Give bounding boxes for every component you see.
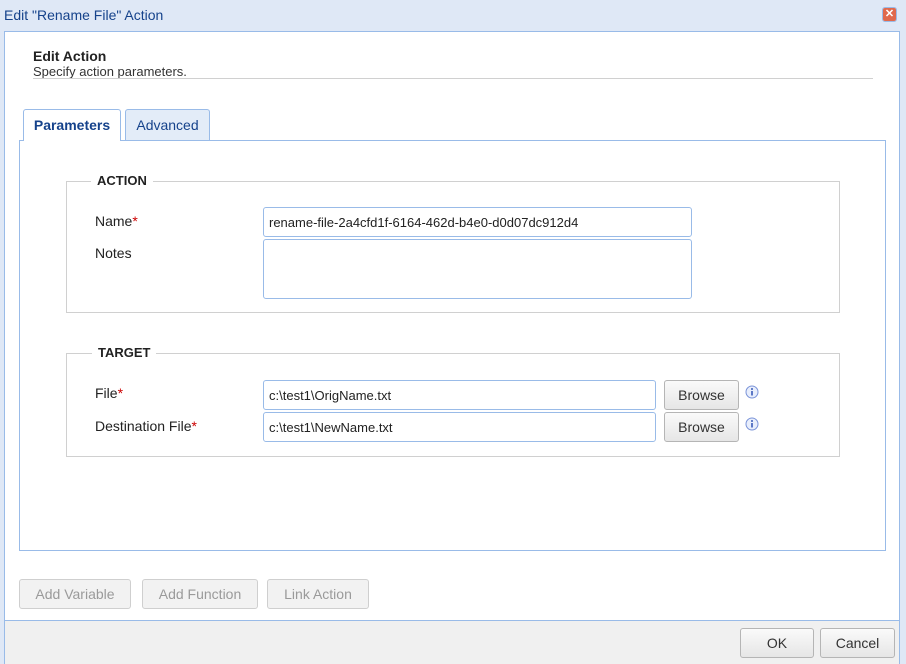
header-title: Edit Action — [33, 48, 107, 64]
action-group: ACTION Name* Notes — [66, 173, 840, 313]
link-action-button[interactable]: Link Action — [267, 579, 369, 609]
cancel-button[interactable]: Cancel — [820, 628, 895, 658]
name-label: Name* — [95, 213, 138, 229]
required-marker: * — [132, 213, 138, 229]
dialog-body: Edit Action Specify action parameters. P… — [4, 31, 900, 621]
tab-parameters[interactable]: Parameters — [23, 109, 121, 141]
close-icon: ✕ — [883, 8, 896, 21]
destination-file-input[interactable] — [263, 412, 656, 442]
file-input[interactable] — [263, 380, 656, 410]
header-subtitle: Specify action parameters. — [33, 64, 187, 79]
notes-textarea[interactable] — [263, 239, 692, 299]
destination-browse-button[interactable]: Browse — [664, 412, 739, 442]
header-divider — [33, 78, 873, 79]
destination-file-label: Destination File* — [95, 418, 197, 434]
parameters-panel: ACTION Name* Notes TARGET File* Browse D… — [19, 140, 886, 551]
name-input[interactable] — [263, 207, 692, 237]
window-title: Edit "Rename File" Action — [4, 7, 164, 23]
window-titlebar: Edit "Rename File" Action ✕ — [0, 0, 906, 31]
notes-label: Notes — [95, 245, 132, 261]
dialog-footer: OK Cancel — [4, 621, 900, 664]
info-icon[interactable] — [745, 385, 759, 399]
ok-button[interactable]: OK — [740, 628, 814, 658]
required-marker: * — [191, 418, 197, 434]
action-legend: ACTION — [91, 173, 153, 188]
required-marker: * — [117, 385, 124, 401]
info-icon[interactable] — [745, 417, 759, 431]
tab-advanced[interactable]: Advanced — [125, 109, 210, 140]
file-label: File* — [95, 385, 124, 401]
target-group: TARGET File* Browse Destination File* Br… — [66, 345, 840, 457]
add-function-button[interactable]: Add Function — [142, 579, 258, 609]
file-browse-button[interactable]: Browse — [664, 380, 739, 410]
target-legend: TARGET — [92, 345, 157, 360]
close-button[interactable]: ✕ — [882, 7, 897, 22]
add-variable-button[interactable]: Add Variable — [19, 579, 131, 609]
